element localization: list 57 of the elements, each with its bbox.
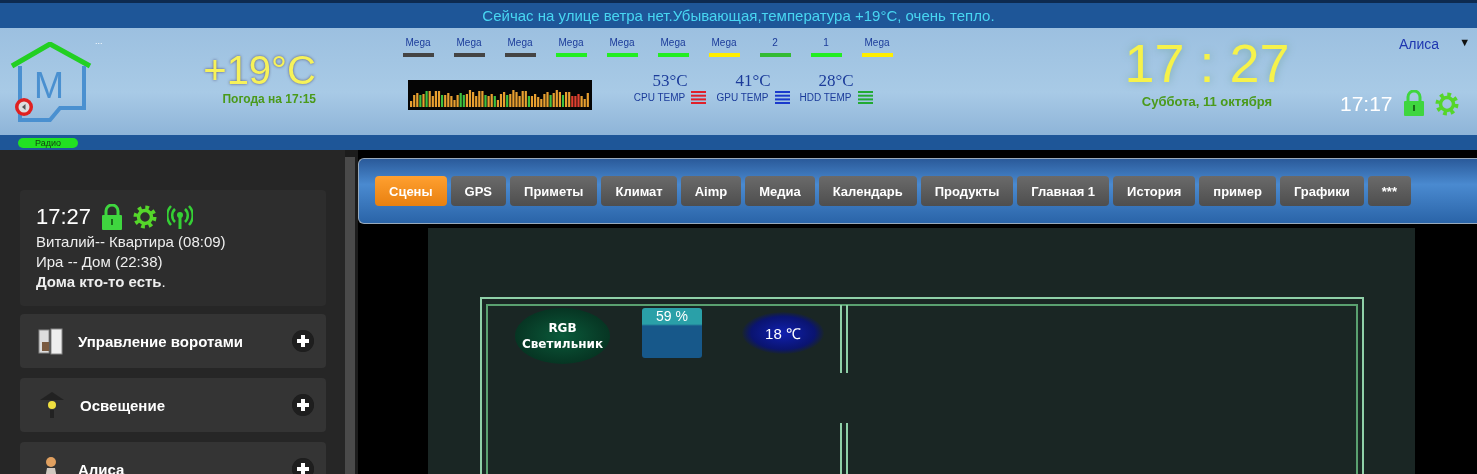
controller-label: 1 <box>823 37 829 48</box>
presence-time: 17:27 <box>36 207 92 227</box>
scrollbar[interactable] <box>345 157 355 474</box>
gate-icon <box>36 326 66 356</box>
clock-date: Суббота, 11 октября <box>1141 94 1273 109</box>
menu-item[interactable]: Освещение <box>20 378 326 432</box>
menu-item-label: Управление воротами <box>78 332 244 350</box>
settings-icon[interactable] <box>133 205 158 229</box>
presence-summary: Дома кто-то есть. <box>36 272 167 292</box>
presence-entry: Ира -- Дом (22:38) <box>36 252 164 272</box>
tab[interactable]: Климат <box>601 176 677 206</box>
tab[interactable]: История <box>1113 176 1196 206</box>
weather-caption: Погода на 17:15 <box>222 92 316 106</box>
temperature-badge: 18 ℃ <box>742 312 824 354</box>
sensor-value: 41°C <box>735 71 771 91</box>
tab[interactable]: Главная 1 <box>1017 176 1110 206</box>
menu-item[interactable]: Алиса <box>20 442 326 474</box>
logo-caption: ... <box>95 36 103 46</box>
clock-time: 17 : 27 <box>1124 32 1290 94</box>
controller-label: Mega <box>864 37 890 48</box>
tab[interactable]: Медиа <box>745 176 815 206</box>
controller-label: Mega <box>660 37 686 48</box>
menu-item-label: Освещение <box>80 396 166 414</box>
tab[interactable]: пример <box>1199 176 1276 206</box>
controller-label: Mega <box>558 37 584 48</box>
user-name[interactable]: Алиса <box>1399 36 1440 52</box>
sensor-label: HDD TEMP <box>799 92 852 103</box>
sensor-value: 28°C <box>818 71 854 91</box>
radio-badge[interactable]: Радио <box>18 137 78 148</box>
lock-icon[interactable] <box>101 204 124 230</box>
tab[interactable]: Aimp <box>680 176 742 206</box>
presence-entry: Виталий-- Квартира (08:09) <box>36 232 227 252</box>
humidity-tile: 59 % <box>642 308 702 358</box>
status-time: 17:17 <box>1340 92 1393 116</box>
ticker-text: Сейчас на улице ветра нет.Убывающая,температура +19°C, очень тепло. <box>0 3 1477 28</box>
tab[interactable]: Приметы <box>510 176 598 206</box>
controller-label: Mega <box>405 37 431 48</box>
sensor-label: CPU TEMP <box>633 92 686 103</box>
controller-label: Mega <box>456 37 482 48</box>
tab[interactable]: Графики <box>1279 176 1364 206</box>
sensor-value: 53°C <box>652 71 688 91</box>
tab[interactable]: *** <box>1367 176 1411 206</box>
dropdown-caret[interactable]: ▼ <box>1459 36 1470 52</box>
menu-item[interactable]: Управление воротами <box>20 314 326 368</box>
controller-label: Mega <box>507 37 533 48</box>
controller-label: Mega <box>609 37 635 48</box>
antenna-icon <box>167 204 194 230</box>
light-toggle[interactable]: RGB Светильник <box>515 308 610 364</box>
house-logo: M <box>10 42 92 124</box>
tab[interactable]: Календарь <box>818 176 917 206</box>
tab[interactable]: Продукты <box>920 176 1014 206</box>
menu-item-label: Алиса <box>78 460 126 474</box>
controller-label: 2 <box>772 37 778 48</box>
sensor-label: GPU TEMP <box>716 92 769 103</box>
weather-temperature: +19°C <box>203 48 316 92</box>
controller-label: Mega <box>711 37 737 48</box>
tab[interactable]: GPS <box>450 176 507 206</box>
